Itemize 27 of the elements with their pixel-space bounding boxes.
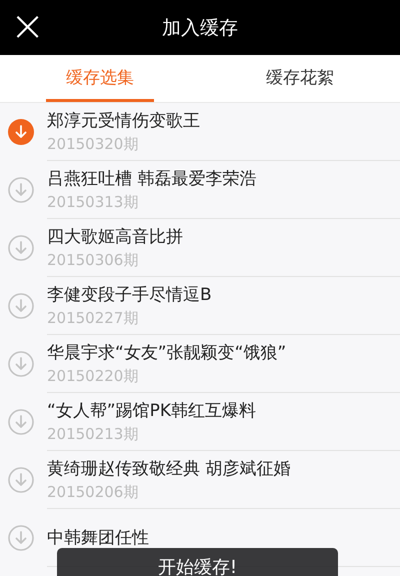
episode-title: 吕燕狂吐槽 韩磊最爱李荣浩 <box>47 168 258 190</box>
episode-title: 四大歌姬高音比拼 <box>47 226 184 248</box>
episode-date: 20150206期 <box>47 483 140 502</box>
episode-title: 郑淳元受情伤变歌王 <box>47 110 201 132</box>
episode-title: 中韩舞团任性 <box>47 527 150 549</box>
download-icon[interactable] <box>8 525 34 551</box>
episode-date: 20150220期 <box>47 367 140 386</box>
episode-date: 20150213期 <box>47 425 140 444</box>
episode-title: 华晨宇求“女友”张靓颖变“饿狼” <box>47 342 288 364</box>
toast-message: 开始缓存! <box>57 548 338 576</box>
download-icon[interactable] <box>8 293 34 319</box>
tab[interactable]: 缓存花絮 <box>246 55 354 102</box>
window-title: 加入缓存 <box>162 16 238 40</box>
episode-title: “女人帮”踢馆PK韩红互爆料 <box>47 400 258 422</box>
download-icon[interactable] <box>8 177 34 203</box>
close-button[interactable]: × <box>6 4 50 48</box>
download-icon[interactable] <box>8 467 34 493</box>
download-icon[interactable] <box>8 409 34 435</box>
episode-title: 李健变段子手尽情逗B <box>47 284 213 306</box>
episode-date: 20150320期 <box>47 135 140 154</box>
episode-date: 20150313期 <box>47 193 140 212</box>
download-icon[interactable] <box>8 119 34 145</box>
episode-date: 20150227期 <box>47 309 140 328</box>
download-icon[interactable] <box>8 351 34 377</box>
episode-date: 20150306期 <box>47 251 140 270</box>
download-icon[interactable] <box>8 235 34 261</box>
episode-title: 黄绮珊赵传致敬经典 胡彦斌征婚 <box>47 458 292 480</box>
